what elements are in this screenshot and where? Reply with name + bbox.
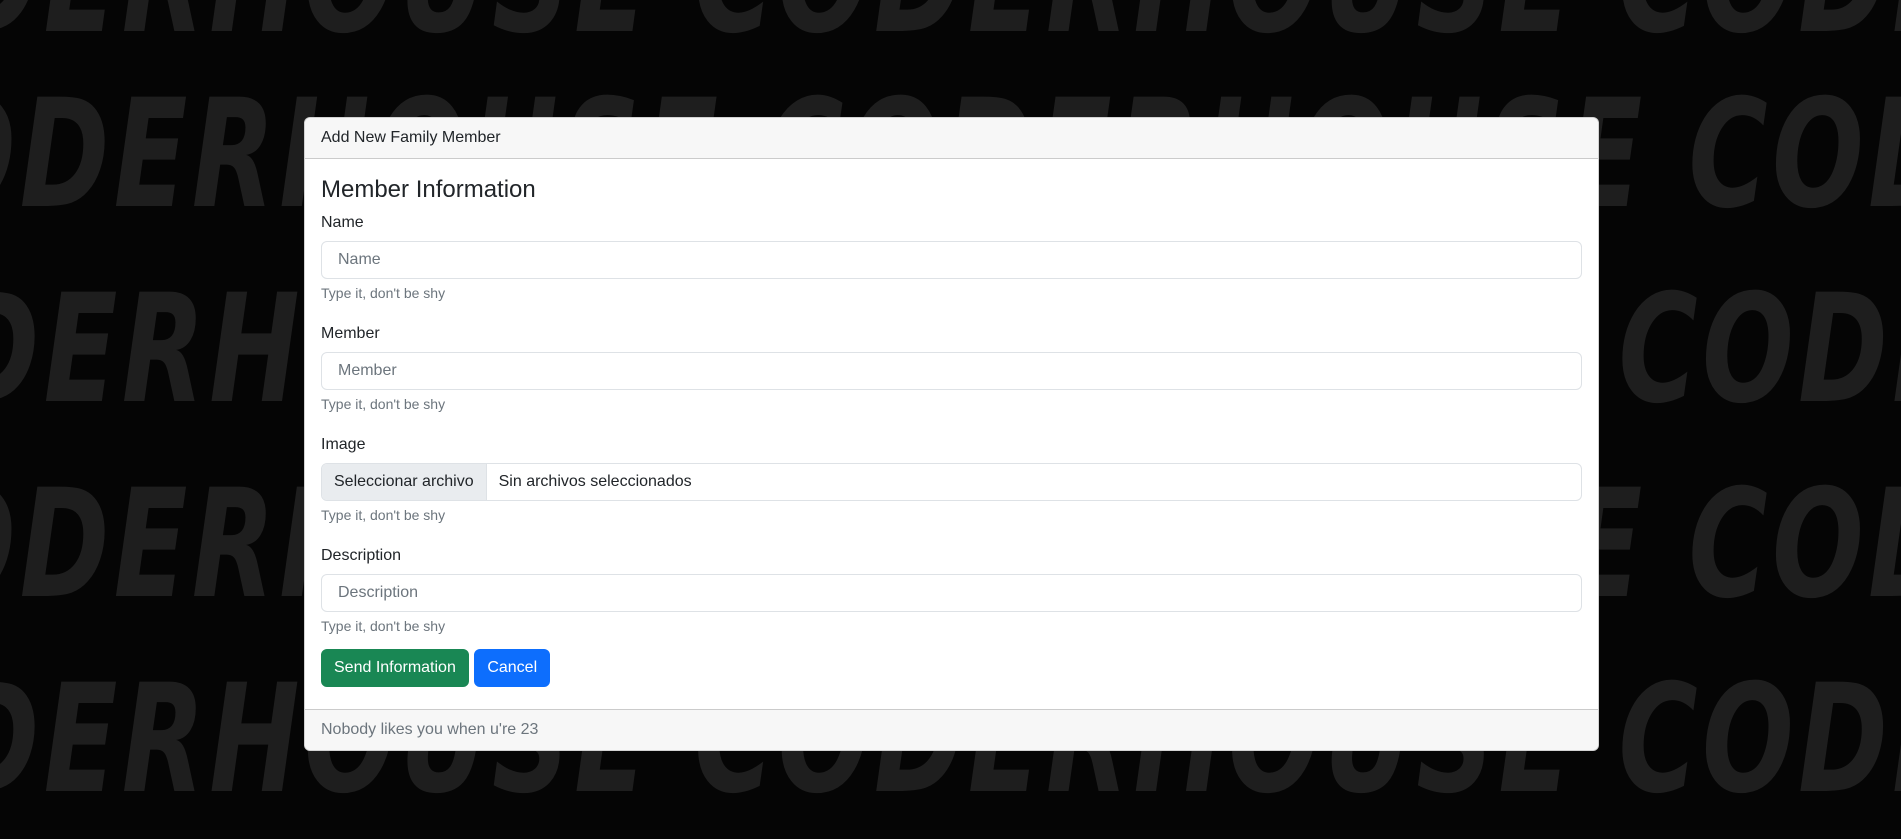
card-header: Add New Family Member <box>305 118 1598 159</box>
description-help-text: Type it, don't be shy <box>321 618 446 634</box>
choose-file-button[interactable]: Seleccionar archivo <box>322 464 487 500</box>
form-title: Member Information <box>321 176 536 203</box>
card-body: Member Information Name Type it, don't b… <box>305 159 1598 687</box>
card-footer: Nobody likes you when u're 23 <box>305 709 1598 750</box>
send-information-button[interactable]: Send Information <box>321 649 469 687</box>
image-file-input[interactable]: Seleccionar archivo Sin archivos selecci… <box>321 463 1582 501</box>
file-status-text: Sin archivos seleccionados <box>498 473 692 490</box>
form-actions: Send Information Cancel <box>321 649 1582 687</box>
member-label: Member <box>321 325 380 342</box>
image-group: Image Seleccionar archivo Sin archivos s… <box>321 435 1582 524</box>
description-group: Description Type it, don't be shy <box>321 546 1582 635</box>
cancel-button[interactable]: Cancel <box>474 649 551 687</box>
name-group: Name Type it, don't be shy <box>321 213 1582 302</box>
image-help-text: Type it, don't be shy <box>321 507 446 523</box>
name-input[interactable] <box>321 241 1582 279</box>
add-member-card: Add New Family Member Member Information… <box>304 117 1599 751</box>
image-label: Image <box>321 436 366 453</box>
name-label: Name <box>321 214 364 231</box>
name-help-text: Type it, don't be shy <box>321 285 446 301</box>
member-group: Member Type it, don't be shy <box>321 324 1582 413</box>
description-label: Description <box>321 547 402 564</box>
member-help-text: Type it, don't be shy <box>321 396 446 412</box>
member-input[interactable] <box>321 352 1582 390</box>
description-input[interactable] <box>321 574 1582 612</box>
background-watermark-text: CODERHOUSE CODERHOUSE CODERHOUSE CODERHO… <box>0 0 1901 55</box>
